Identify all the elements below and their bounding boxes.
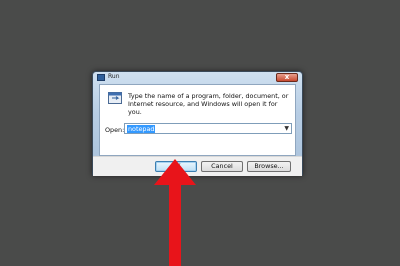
chevron-down-icon[interactable]: ▼ [284,126,289,132]
background: Run x Type the name of a program, folder… [0,0,400,266]
cancel-button[interactable]: Cancel [201,161,243,172]
run-program-icon [108,92,122,104]
title-bar[interactable]: Run x [93,72,302,84]
dialog-body: Type the name of a program, folder, docu… [99,84,296,156]
dialog-description: Type the name of a program, folder, docu… [128,92,289,116]
run-app-icon [97,74,105,81]
open-label: Open: [105,126,125,134]
red-arrow-annotation [154,159,196,266]
open-combobox[interactable]: notepad ▼ [124,123,292,134]
browse-button[interactable]: Browse... [247,161,291,172]
dialog-title: Run [108,73,120,80]
close-button[interactable]: x [276,73,298,82]
open-input-value[interactable]: notepad [127,125,156,133]
